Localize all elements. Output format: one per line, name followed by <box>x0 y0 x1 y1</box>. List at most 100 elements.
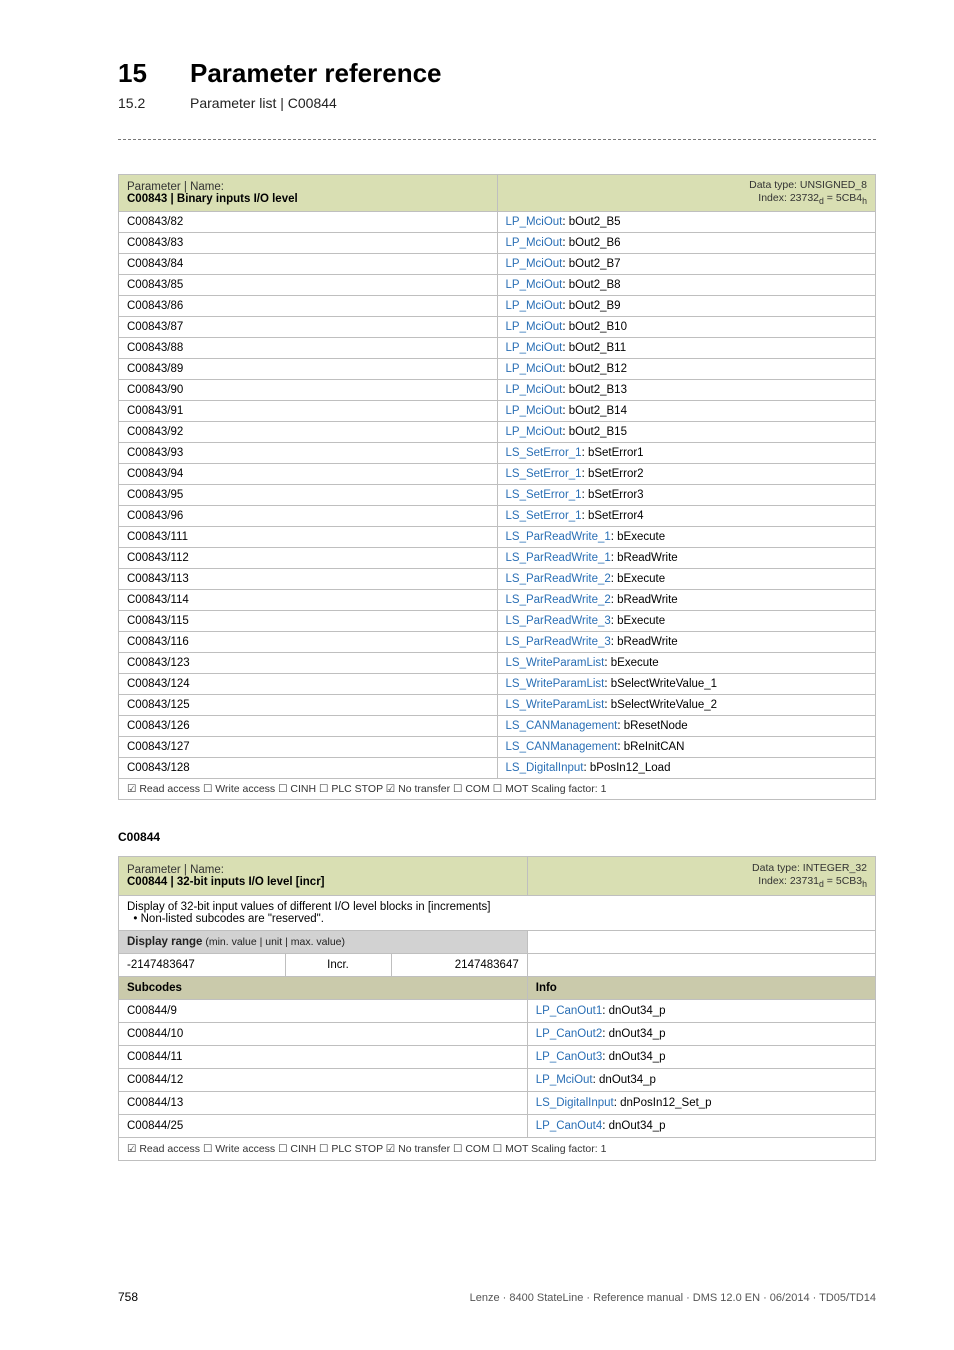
display-range-detail: (min. value | unit | max. value) <box>202 936 345 948</box>
signal-suffix: : bSetError3 <box>582 489 644 501</box>
signal-link[interactable]: LS_DigitalInput <box>536 1097 614 1109</box>
signal-suffix: : bReInitCAN <box>617 741 684 753</box>
subcode-cell: C00843/90 <box>119 380 498 401</box>
signal-link[interactable]: LS_ParReadWrite_1 <box>506 552 611 564</box>
signal-link[interactable]: LP_MciOut <box>506 321 563 333</box>
signal-cell: LS_SetError_1: bSetError2 <box>497 464 876 485</box>
subcode-cell: C00843/116 <box>119 632 498 653</box>
subcode-cell: C00844/10 <box>119 1023 528 1046</box>
signal-cell: LP_MciOut: dnOut34_p <box>527 1069 875 1092</box>
page-footer: 758 Lenze · 8400 StateLine · Reference m… <box>118 1290 876 1304</box>
subcode-cell: C00843/91 <box>119 401 498 422</box>
signal-link[interactable]: LP_MciOut <box>506 405 563 417</box>
signal-link[interactable]: LP_MciOut <box>506 300 563 312</box>
signal-suffix: : bOut2_B10 <box>562 321 627 333</box>
signal-link[interactable]: LP_CanOut2 <box>536 1028 603 1040</box>
signal-suffix: : bExecute <box>611 573 665 585</box>
subcode-cell: C00844/25 <box>119 1115 528 1138</box>
signal-link[interactable]: LS_SetError_1 <box>506 510 582 522</box>
signal-cell: LS_ParReadWrite_1: bExecute <box>497 527 876 548</box>
signal-link[interactable]: LP_MciOut <box>536 1074 593 1086</box>
parameter-table-1: Parameter | Name: C00843 | Binary inputs… <box>118 174 876 800</box>
signal-link[interactable]: LP_CanOut4 <box>536 1120 603 1132</box>
signal-suffix: : bOut2_B14 <box>562 405 627 417</box>
table-row: C00843/124 LS_WriteParamList: bSelectWrit… <box>119 674 876 695</box>
signal-cell: LP_CanOut4: dnOut34_p <box>527 1115 875 1138</box>
table-row: C00843/84LP_MciOut: bOut2_B7 <box>119 254 876 275</box>
signal-suffix: : dnOut34_p <box>593 1074 656 1086</box>
page-number: 758 <box>118 1290 138 1304</box>
signal-suffix: : bOut2_B8 <box>562 279 620 291</box>
signal-link[interactable]: LS_CANManagement <box>506 720 618 732</box>
range-min: -2147483647 <box>127 959 195 971</box>
signal-suffix: : bExecute <box>611 531 665 543</box>
subcode-cell: C00843/88 <box>119 338 498 359</box>
signal-link[interactable]: LP_MciOut <box>506 237 563 249</box>
signal-link[interactable]: LS_WriteParamList <box>506 678 605 690</box>
signal-suffix: : bOut2_B12 <box>562 363 627 375</box>
subcode-cell: C00843/89 <box>119 359 498 380</box>
signal-link[interactable]: LS_ParReadWrite_1 <box>506 531 611 543</box>
parameter-anchor: C00844 <box>118 830 876 844</box>
table-row: C00843/86LP_MciOut: bOut2_B9 <box>119 296 876 317</box>
signal-cell: LP_CanOut1: dnOut34_p <box>527 1000 875 1023</box>
table-row: C00843/116LS_ParReadWrite_3: bReadWrite <box>119 632 876 653</box>
signal-cell: LS_WriteParamList: bSelectWriteValue_2 <box>497 695 876 716</box>
table-row: C00843/90LP_MciOut: bOut2_B13 <box>119 380 876 401</box>
signal-link[interactable]: LS_ParReadWrite_3 <box>506 615 611 627</box>
subcode-cell: C00844/12 <box>119 1069 528 1092</box>
signal-link[interactable]: LP_MciOut <box>506 342 563 354</box>
table-row: C00843/94LS_SetError_1: bSetError2 <box>119 464 876 485</box>
signal-suffix: : bSelectWriteValue_1 <box>604 678 717 690</box>
signal-cell: LS_CANManagement: bReInitCAN <box>497 737 876 758</box>
signal-link[interactable]: LP_MciOut <box>506 363 563 375</box>
signal-suffix: : bOut2_B15 <box>562 426 627 438</box>
signal-link[interactable]: LS_SetError_1 <box>506 489 582 501</box>
signal-link[interactable]: LS_DigitalInput <box>506 762 584 774</box>
signal-link[interactable]: LP_MciOut <box>506 216 563 228</box>
signal-suffix: : dnOut34_p <box>602 1028 665 1040</box>
table-row: C00843/82LP_MciOut: bOut2_B5 <box>119 212 876 233</box>
index-label: Index: 23731d = 5CB3h <box>758 875 867 887</box>
signal-link[interactable]: LP_MciOut <box>506 258 563 270</box>
signal-link[interactable]: LP_CanOut1 <box>536 1005 603 1017</box>
signal-suffix: : bReadWrite <box>611 594 678 606</box>
signal-link[interactable]: LS_ParReadWrite_2 <box>506 594 611 606</box>
signal-link[interactable]: LS_ParReadWrite_3 <box>506 636 611 648</box>
signal-link[interactable]: LS_SetError_1 <box>506 468 582 480</box>
signal-link[interactable]: LS_CANManagement <box>506 741 618 753</box>
chapter-title: Parameter reference <box>190 58 442 89</box>
table-row: C00843/127LS_CANManagement: bReInitCAN <box>119 737 876 758</box>
signal-cell: LP_MciOut: bOut2_B10 <box>497 317 876 338</box>
signal-cell: LS_DigitalInput: dnPosIn12_Set_p <box>527 1092 875 1115</box>
table-row: C00843/114 LS_ParReadWrite_2: bReadWrite <box>119 590 876 611</box>
signal-cell: LS_SetError_1: bSetError4 <box>497 506 876 527</box>
signal-cell: LP_MciOut: bOut2_B8 <box>497 275 876 296</box>
subcode-cell: C00843/114 <box>119 590 498 611</box>
signal-suffix: : bPosIn12_Load <box>584 762 671 774</box>
signal-link[interactable]: LP_MciOut <box>506 426 563 438</box>
access-footer: ☑ Read access ☐ Write access ☐ CINH ☐ PL… <box>127 783 606 795</box>
table-row: C00844/11LP_CanOut3: dnOut34_p <box>119 1046 876 1069</box>
signal-link[interactable]: LS_ParReadWrite_2 <box>506 573 611 585</box>
signal-link[interactable]: LP_MciOut <box>506 279 563 291</box>
param-title: C00843 | Binary inputs I/O level <box>127 193 298 205</box>
subcode-cell: C00843/125 <box>119 695 498 716</box>
signal-cell: LS_SetError_1: bSetError3 <box>497 485 876 506</box>
subcode-cell: C00843/124 <box>119 674 498 695</box>
signal-cell: LP_MciOut: bOut2_B9 <box>497 296 876 317</box>
display-range-label: Display range <box>127 936 202 948</box>
table-row: C00843/128LS_DigitalInput: bPosIn12_Load <box>119 758 876 779</box>
signal-link[interactable]: LS_SetError_1 <box>506 447 582 459</box>
signal-suffix: : dnOut34_p <box>602 1120 665 1132</box>
section-title: Parameter list | C00844 <box>190 95 337 111</box>
signal-link[interactable]: LS_WriteParamList <box>506 657 605 669</box>
signal-cell: LS_CANManagement: bResetNode <box>497 716 876 737</box>
signal-link[interactable]: LP_CanOut3 <box>536 1051 603 1063</box>
chapter-number: 15 <box>118 58 190 89</box>
footer-meta: Lenze · 8400 StateLine · Reference manua… <box>470 1292 876 1304</box>
signal-cell: LP_MciOut: bOut2_B14 <box>497 401 876 422</box>
signal-link[interactable]: LS_WriteParamList <box>506 699 605 711</box>
signal-link[interactable]: LP_MciOut <box>506 384 563 396</box>
subcodes-header: Subcodes <box>127 982 182 994</box>
